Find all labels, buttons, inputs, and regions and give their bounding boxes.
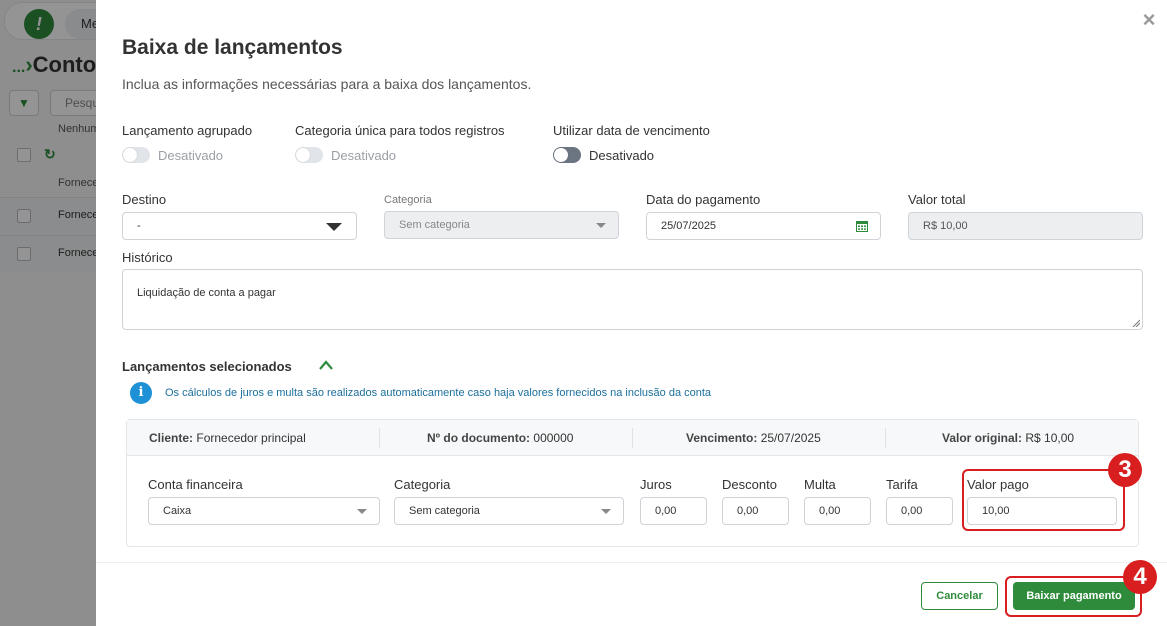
- toggle-state: Desativado: [331, 147, 397, 163]
- close-icon[interactable]: ×: [1139, 9, 1159, 31]
- multa-input[interactable]: 0,00: [804, 497, 871, 525]
- valor-original-value: R$ 10,00: [1025, 431, 1075, 445]
- entry-header: Cliente: Fornecedor principal Nº do docu…: [127, 420, 1138, 456]
- conta-financeira-label: Conta financeira: [148, 477, 243, 492]
- desconto-value: 0,00: [737, 505, 759, 517]
- toggle-state: Desativado: [158, 147, 224, 163]
- chevron-down-icon: [601, 509, 611, 514]
- toggle-state: Desativado: [589, 147, 655, 163]
- categoria-label: Categoria: [384, 194, 432, 206]
- entry-categoria-label: Categoria: [394, 477, 451, 492]
- highlight-valor-pago: [962, 469, 1125, 531]
- toggle-grouped-entry: Lançamento agrupado Desativado: [122, 123, 252, 163]
- destino-label: Destino: [122, 192, 167, 207]
- toggle-due-date: Utilizar data de vencimento Desativado: [553, 123, 710, 163]
- destino-field: Destino -: [122, 192, 357, 240]
- chevron-down-icon: [357, 509, 367, 514]
- toggle-label: Lançamento agrupado: [122, 123, 253, 138]
- valor-total-label: Valor total: [908, 192, 966, 207]
- multa-field: Multa 0,00: [804, 477, 871, 525]
- valor-total-field: Valor total R$ 10,00: [908, 192, 1143, 240]
- resize-handle-icon[interactable]: [1132, 319, 1140, 327]
- single-category-switch[interactable]: [295, 147, 323, 163]
- chevron-down-icon: [596, 223, 606, 228]
- historico-label: Histórico: [122, 250, 173, 265]
- desconto-field: Desconto 0,00: [722, 477, 789, 525]
- step-badge-3: 3: [1108, 453, 1142, 487]
- entry-categoria-select[interactable]: Sem categoria: [394, 497, 624, 525]
- multa-label: Multa: [804, 477, 836, 492]
- entry-categoria-field: Categoria Sem categoria: [394, 477, 624, 525]
- documento-value: 000000: [533, 431, 574, 445]
- desconto-input[interactable]: 0,00: [722, 497, 789, 525]
- calendar-icon[interactable]: [856, 220, 868, 232]
- historico-field: Histórico: [122, 250, 173, 270]
- valor-original-label: Valor original:: [942, 431, 1023, 445]
- data-pagamento-input[interactable]: 25/07/2025: [646, 212, 881, 240]
- data-pagamento-value: 25/07/2025: [661, 220, 717, 232]
- categoria-field: Categoria Sem categoria: [384, 194, 619, 239]
- juros-value: 0,00: [655, 505, 677, 517]
- historico-value: Liquidação de conta a pagar: [137, 287, 276, 299]
- juros-field: Juros 0,00: [640, 477, 707, 525]
- juros-label: Juros: [640, 477, 672, 492]
- categoria-value: Sem categoria: [399, 219, 470, 231]
- desconto-label: Desconto: [722, 477, 777, 492]
- valor-total-value: R$ 10,00: [923, 220, 968, 232]
- conta-financeira-field: Conta financeira Caixa: [148, 477, 380, 525]
- grouped-entry-switch[interactable]: [122, 147, 150, 163]
- conta-financeira-select[interactable]: Caixa: [148, 497, 380, 525]
- vencimento-value: 25/07/2025: [760, 431, 821, 445]
- toggle-label: Utilizar data de vencimento: [553, 123, 710, 138]
- modal-subtitle: Inclua as informações necessárias para a…: [122, 76, 532, 92]
- toggle-single-category: Categoria única para todos registros Des…: [295, 123, 505, 163]
- info-text: Os cálculos de juros e multa são realiza…: [165, 387, 712, 399]
- destino-value: -: [137, 220, 141, 232]
- multa-value: 0,00: [819, 505, 841, 517]
- chevron-up-icon[interactable]: [318, 359, 334, 371]
- tarifa-label: Tarifa: [886, 477, 918, 492]
- info-icon: i: [130, 382, 152, 404]
- payment-modal: × Baixa de lançamentos Inclua as informa…: [96, 0, 1167, 626]
- destino-select[interactable]: -: [122, 212, 357, 240]
- tarifa-field: Tarifa 0,00: [886, 477, 953, 525]
- chevron-down-icon: [326, 223, 342, 231]
- historico-textarea[interactable]: Liquidação de conta a pagar: [122, 269, 1143, 330]
- modal-title: Baixa de lançamentos: [122, 36, 343, 59]
- vencimento-label: Vencimento:: [686, 431, 758, 445]
- toggle-label: Categoria única para todos registros: [295, 123, 505, 138]
- cliente-label: Cliente:: [149, 431, 194, 445]
- due-date-switch[interactable]: [553, 147, 581, 163]
- tarifa-value: 0,00: [901, 505, 923, 517]
- cliente-value: Fornecedor principal: [196, 431, 306, 445]
- tarifa-input[interactable]: 0,00: [886, 497, 953, 525]
- section-title: Lançamentos selecionados: [122, 359, 292, 374]
- entry-categoria-value: Sem categoria: [409, 505, 480, 517]
- valor-total-input: R$ 10,00: [908, 212, 1143, 240]
- categoria-select[interactable]: Sem categoria: [384, 211, 619, 239]
- info-banner: i Os cálculos de juros e multa são reali…: [130, 382, 711, 404]
- pay-button[interactable]: Baixar pagamento: [1013, 582, 1135, 610]
- documento-label: Nº do documento:: [427, 431, 531, 445]
- data-pagamento-label: Data do pagamento: [646, 192, 761, 207]
- conta-financeira-value: Caixa: [163, 505, 192, 517]
- cancel-button[interactable]: Cancelar: [921, 582, 998, 610]
- footer-divider: [96, 562, 1167, 563]
- data-pagamento-field: Data do pagamento 25/07/2025: [646, 192, 881, 240]
- juros-input[interactable]: 0,00: [640, 497, 707, 525]
- step-badge-4: 4: [1123, 560, 1157, 594]
